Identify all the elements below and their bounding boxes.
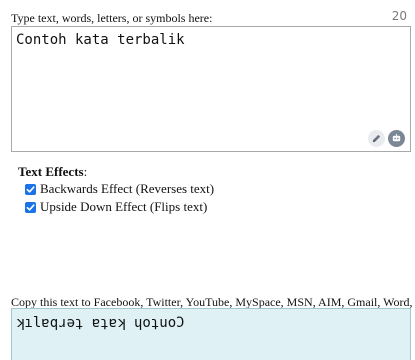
output-text[interactable]: ʞılɐqɹǝʇ ɐʇɐʞ ɥoʇuoƆ [16,315,185,331]
assistant-icon[interactable] [388,130,405,147]
backwards-effect-label: Backwards Effect (Reverses text) [40,181,215,196]
text-effects-colon: : [83,164,88,179]
checkmark-icon [26,185,35,193]
pencil-icon[interactable] [368,130,385,147]
backwards-effect-option[interactable]: Backwards Effect (Reverses text) [25,181,214,197]
checkmark-icon [26,203,35,211]
output-text-area[interactable]: ʞılɐqɹǝʇ ɐʇɐʞ ɥoʇuoƆ [11,308,411,360]
input-tools [368,130,405,147]
backwards-effect-checkbox[interactable] [25,183,36,195]
text-effects-heading: Text Effects [18,164,84,179]
text-input-area[interactable]: Contoh kata terbalik [11,26,411,152]
upside-down-effect-checkbox[interactable] [25,201,36,213]
upside-down-effect-option[interactable]: Upside Down Effect (Flips text) [25,199,207,215]
character-count: 20 [391,9,407,23]
input-text[interactable]: Contoh kata terbalik [16,32,185,48]
upside-down-effect-label: Upside Down Effect (Flips text) [40,199,208,214]
input-label: Type text, words, letters, or symbols he… [11,11,213,25]
text-effects-title: Text Effects: [18,164,87,180]
